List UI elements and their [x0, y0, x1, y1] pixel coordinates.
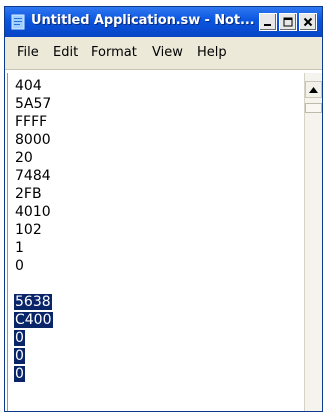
text-line-content: 0	[14, 330, 25, 346]
text-line-content: 5638	[14, 294, 52, 310]
window-title: Untitled Application.sw - Not...	[31, 13, 255, 28]
menu-format[interactable]: Format	[91, 45, 137, 60]
menu-help[interactable]: Help	[197, 45, 227, 60]
text-line: 1	[14, 239, 53, 257]
menu-file[interactable]: File	[17, 45, 39, 60]
text-line: 8000	[14, 131, 53, 149]
text-lines: 404 5A57 FFFF 8000 20 7484 2FB 4010 102 1 0 5638 C40…	[14, 77, 53, 383]
text-line: 0	[14, 329, 53, 347]
text-line-content: 0	[14, 348, 25, 364]
text-line: 20	[14, 149, 53, 167]
menu-bar: File Edit Format View Help	[5, 37, 322, 70]
text-line: 102	[14, 221, 53, 239]
minimize-icon	[264, 24, 271, 26]
text-line-content: 0	[14, 366, 25, 382]
text-line-content	[14, 276, 16, 292]
text-line: 5A57	[14, 95, 53, 113]
text-line: 5638	[14, 293, 53, 311]
text-line: C400	[14, 311, 53, 329]
text-line: 0	[14, 365, 53, 383]
text-line-content: 4010	[15, 204, 51, 220]
text-editor[interactable]: 404 5A57 FFFF 8000 20 7484 2FB 4010 102 1 0 5638 C40…	[7, 73, 304, 411]
scroll-up-arrow-icon	[309, 86, 318, 93]
text-line-content: 404	[15, 78, 42, 94]
scroll-up-button[interactable]	[305, 81, 322, 98]
title-bar[interactable]: Untitled Application.sw - Not...	[5, 7, 322, 37]
text-line-content: 0	[15, 258, 24, 274]
close-icon	[303, 17, 313, 27]
text-line-content: 20	[15, 150, 33, 166]
maximize-button[interactable]	[279, 13, 297, 31]
notepad-icon	[11, 14, 25, 30]
text-line-content: C400	[14, 312, 53, 328]
maximize-icon	[283, 17, 293, 27]
text-line: FFFF	[14, 113, 53, 131]
vertical-scrollbar[interactable]	[304, 73, 322, 411]
text-line-content: 102	[15, 222, 42, 238]
menu-view[interactable]: View	[152, 45, 183, 60]
text-line-content: 7484	[15, 168, 51, 184]
text-line-content: FFFF	[15, 114, 48, 130]
menu-edit[interactable]: Edit	[53, 45, 78, 60]
text-line-content: 1	[15, 240, 24, 256]
notepad-window: Untitled Application.sw - Not... File Ed…	[4, 6, 323, 412]
text-line: 0	[14, 257, 53, 275]
text-line: 404	[14, 77, 53, 95]
text-line: 4010	[14, 203, 53, 221]
text-line: 0	[14, 347, 53, 365]
text-line-content: 5A57	[15, 96, 52, 112]
text-line: 2FB	[14, 185, 53, 203]
close-button[interactable]	[299, 13, 317, 31]
text-line-content: 8000	[15, 132, 51, 148]
text-line: 7484	[14, 167, 53, 185]
text-line-content: 2FB	[15, 186, 42, 202]
scroll-thumb[interactable]	[305, 103, 322, 113]
text-line	[14, 275, 53, 293]
minimize-button[interactable]	[259, 13, 277, 31]
